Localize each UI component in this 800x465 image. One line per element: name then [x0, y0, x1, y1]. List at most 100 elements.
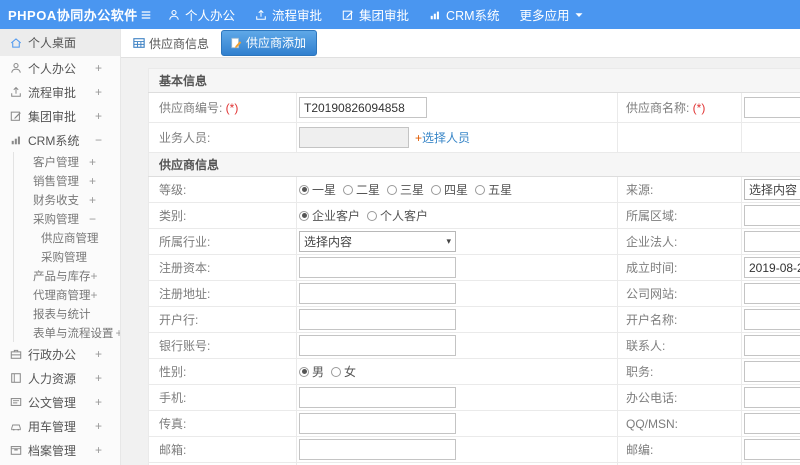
- field-input[interactable]: [744, 231, 800, 252]
- nav-item-0[interactable]: 个人办公: [168, 5, 235, 24]
- field-label: 开户行:: [148, 306, 297, 333]
- sidebar-item-销售管理[interactable]: 销售管理 +: [13, 171, 120, 190]
- nav-item-4[interactable]: 更多应用: [520, 5, 583, 24]
- field-input[interactable]: [744, 97, 800, 118]
- sidebar-item-采购管理[interactable]: 采购管理: [13, 247, 120, 266]
- sidebar-item-档案管理[interactable]: 档案管理 +: [0, 438, 120, 462]
- field-cell: [296, 384, 618, 411]
- radio-button[interactable]: [387, 184, 398, 195]
- field-input[interactable]: [299, 97, 427, 118]
- field-select[interactable]: 选择内容▾: [299, 231, 456, 252]
- tab-supplier-add[interactable]: 供应商添加: [221, 30, 318, 56]
- sidebar-item-供应商管理[interactable]: 供应商管理: [13, 228, 120, 247]
- sidebar-item-报表与统计[interactable]: 报表与统计: [13, 304, 120, 323]
- radio-option-三星[interactable]: 三星: [387, 181, 424, 198]
- sidebar-item-集团审批[interactable]: 集团审批 +: [0, 104, 120, 128]
- expand-icon[interactable]: +: [91, 270, 98, 282]
- expand-icon[interactable]: +: [95, 420, 102, 432]
- field-select[interactable]: 选择内容▾: [744, 179, 800, 200]
- field-input[interactable]: [744, 205, 800, 226]
- form-row: 供应商编号: (*) 供应商名称: (*): [148, 92, 800, 123]
- expand-icon[interactable]: +: [95, 444, 102, 456]
- sidebar-item-个人办公[interactable]: 个人办公 +: [0, 56, 120, 80]
- field-input[interactable]: [299, 387, 456, 408]
- sidebar-item-财务收支[interactable]: 财务收支 +: [13, 190, 120, 209]
- field-input[interactable]: [744, 439, 800, 460]
- collapse-icon[interactable]: −: [95, 134, 102, 146]
- sidebar-item-公文管理[interactable]: 公文管理 +: [0, 390, 120, 414]
- radio-button[interactable]: [331, 366, 342, 377]
- field-cell: 选择内容 ▾: [296, 228, 618, 255]
- sidebar-item-流程审批[interactable]: 流程审批 +: [0, 80, 120, 104]
- field-input[interactable]: [299, 127, 409, 148]
- radio-option-女[interactable]: 女: [331, 363, 356, 380]
- expand-icon[interactable]: +: [95, 348, 102, 360]
- expand-icon[interactable]: +: [89, 156, 96, 168]
- sidebar-item-采购管理[interactable]: 采购管理 −: [13, 209, 120, 228]
- field-input[interactable]: [299, 439, 456, 460]
- expand-icon[interactable]: +: [95, 62, 102, 74]
- sidebar-item-产品与库存[interactable]: 产品与库存 +: [13, 266, 120, 285]
- radio-option-男[interactable]: 男: [299, 363, 324, 380]
- radio-option-个人客户[interactable]: 个人客户: [367, 207, 428, 224]
- field-input[interactable]: [744, 335, 800, 356]
- radio-option-五星[interactable]: 五星: [475, 181, 512, 198]
- radio-button[interactable]: [475, 184, 486, 195]
- expand-icon[interactable]: +: [95, 372, 102, 384]
- expand-icon[interactable]: +: [95, 110, 102, 122]
- radio-button[interactable]: [343, 184, 354, 195]
- field-input[interactable]: [744, 257, 800, 278]
- sidebar-item-代理商管理[interactable]: 代理商管理 +: [13, 285, 120, 304]
- field-label: 所属区域:: [617, 202, 742, 229]
- radio-button[interactable]: [299, 366, 309, 377]
- expand-icon[interactable]: +: [91, 289, 98, 301]
- radio-button[interactable]: [299, 184, 309, 195]
- nav-item-3[interactable]: CRM系统: [429, 5, 500, 24]
- radio-option-二星[interactable]: 二星: [343, 181, 380, 198]
- sidebar-item-表单与流程设置[interactable]: 表单与流程设置+: [13, 323, 120, 342]
- field-input[interactable]: [299, 335, 456, 356]
- nav-item-2[interactable]: 集团审批: [342, 5, 409, 24]
- expand-icon[interactable]: +: [95, 396, 102, 408]
- form-row: 业务人员: +选择人员: [148, 122, 800, 153]
- field-input[interactable]: [744, 387, 800, 408]
- navbar-menu: 个人办公 流程审批 集团审批 CRM系统 更多应用: [168, 5, 603, 24]
- field-cell: [296, 306, 618, 333]
- field-input[interactable]: [299, 257, 456, 278]
- field-cell: 企业客户 个人客户: [296, 202, 618, 229]
- hamburger-icon[interactable]: [140, 9, 152, 21]
- field-input[interactable]: [299, 413, 456, 434]
- sidebar-item-行政办公[interactable]: 行政办公 +: [0, 342, 120, 366]
- expand-icon[interactable]: +: [89, 175, 96, 187]
- sidebar-item-label: 报表与统计: [33, 308, 91, 321]
- field-input[interactable]: [744, 413, 800, 434]
- tab-supplier-info[interactable]: 供应商信息: [133, 35, 209, 52]
- field-label: 性别:: [148, 358, 297, 385]
- sidebar-item-CRM系统[interactable]: CRM系统 −: [0, 128, 120, 152]
- sidebar-item-客户管理[interactable]: 客户管理 +: [13, 152, 120, 171]
- expand-icon[interactable]: +: [89, 194, 96, 206]
- radio-label: 女: [344, 365, 357, 379]
- field-input[interactable]: [299, 309, 456, 330]
- expand-icon[interactable]: +: [95, 86, 102, 98]
- nav-item-1[interactable]: 流程审批: [255, 5, 322, 24]
- field-input[interactable]: [744, 361, 800, 382]
- field-input[interactable]: [744, 309, 800, 330]
- radio-button[interactable]: [299, 210, 309, 221]
- radio-option-企业客户[interactable]: 企业客户: [299, 207, 360, 224]
- collapse-icon[interactable]: −: [89, 213, 96, 225]
- radio-button[interactable]: [431, 184, 442, 195]
- form-row: 手机: 办公电话:: [148, 384, 800, 411]
- radio-option-四星[interactable]: 四星: [431, 181, 468, 198]
- field-cell: [741, 92, 800, 123]
- tab-label: 供应商信息: [149, 36, 210, 51]
- sidebar-item-个人桌面[interactable]: 个人桌面: [0, 29, 120, 56]
- select-person-link[interactable]: +选择人员: [415, 129, 470, 146]
- form-row: 邮箱: 邮编:: [148, 436, 800, 463]
- field-input[interactable]: [299, 283, 456, 304]
- radio-option-一星[interactable]: 一星: [299, 181, 336, 198]
- field-input[interactable]: [744, 283, 800, 304]
- sidebar-item-用车管理[interactable]: 用车管理 +: [0, 414, 120, 438]
- sidebar-item-人力资源[interactable]: 人力资源 +: [0, 366, 120, 390]
- radio-button[interactable]: [367, 210, 378, 221]
